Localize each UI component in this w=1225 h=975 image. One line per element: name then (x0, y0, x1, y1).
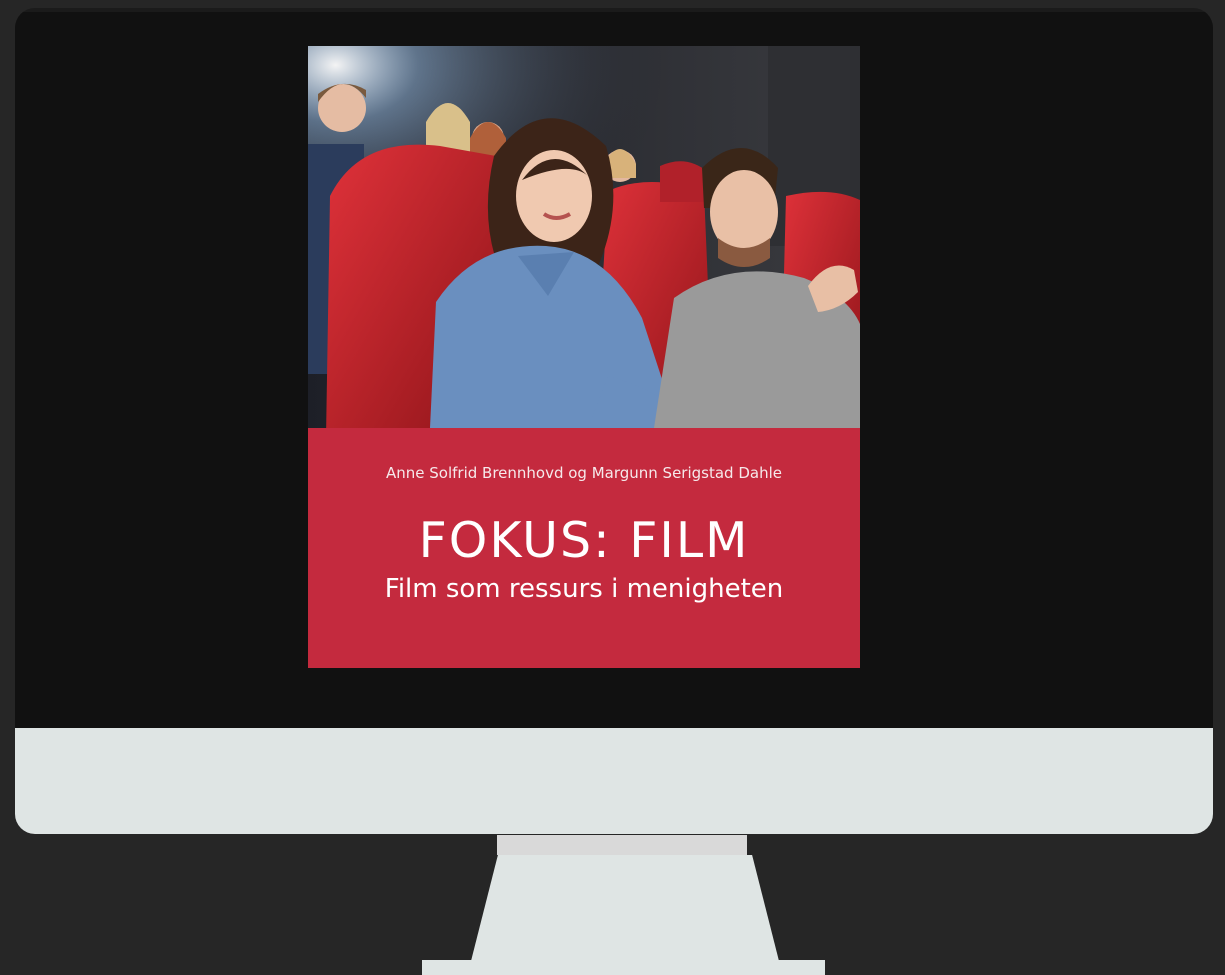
monitor-stand-neck (497, 835, 747, 855)
book-authors: Anne Solfrid Brennhovd og Margunn Serigs… (385, 464, 782, 482)
monitor-chin (15, 728, 1213, 834)
book-title: FOKUS: FILM (418, 512, 750, 569)
monitor-mockup: Anne Solfrid Brennhovd og Margunn Serigs… (0, 0, 1225, 975)
cinema-audience-illustration (308, 46, 860, 439)
book-cover: Anne Solfrid Brennhovd og Margunn Serigs… (308, 46, 860, 668)
monitor-stand-base (422, 960, 825, 975)
monitor-stand (470, 855, 780, 965)
cover-photo (308, 46, 860, 439)
book-subtitle: Film som ressurs i menigheten (384, 574, 784, 604)
